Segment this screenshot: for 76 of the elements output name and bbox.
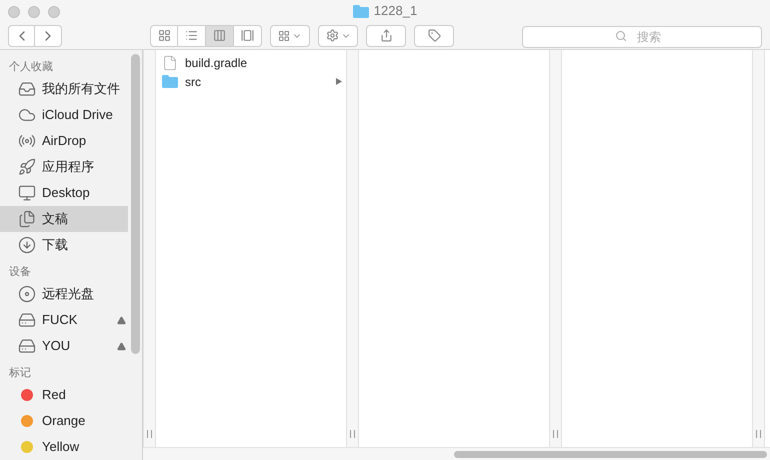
eject-icon[interactable] — [117, 342, 126, 350]
window-title: 1228_1 — [374, 2, 418, 20]
resize-handle-icon[interactable] — [350, 430, 355, 438]
sidebar-item-label: 文稿 — [42, 210, 68, 228]
list-icon — [185, 29, 198, 42]
sidebar-item-label: Red — [42, 386, 66, 404]
sidebar-item[interactable]: AirDrop — [0, 128, 128, 154]
sidebar-item-label: iCloud Drive — [42, 106, 113, 124]
view-mode-button[interactable] — [206, 24, 234, 46]
view-mode-button[interactable] — [234, 24, 262, 46]
back-button[interactable] — [8, 24, 35, 46]
sidebar-item[interactable]: 下载 — [0, 232, 128, 258]
sidebar-item[interactable]: 文稿 — [0, 206, 128, 232]
sidebar-item[interactable]: Desktop — [0, 180, 128, 206]
file-row[interactable]: build.gradle — [156, 53, 346, 72]
cloud-icon — [18, 106, 36, 124]
document-icon — [162, 54, 178, 70]
airdrop-icon — [18, 132, 36, 150]
sidebar-item-label: Orange — [42, 412, 86, 430]
file-name: build.gradle — [185, 54, 248, 72]
sidebar-item[interactable]: 我的所有文件 — [0, 76, 128, 102]
view-mode-button[interactable] — [178, 24, 206, 46]
gallery-icon — [241, 29, 254, 42]
view-mode-button[interactable] — [150, 24, 178, 46]
resize-handle-icon[interactable] — [553, 430, 558, 438]
sidebar-item[interactable]: Yellow — [0, 434, 128, 460]
sidebar-item[interactable]: FUCK — [0, 307, 128, 333]
monitor-icon — [18, 184, 36, 202]
sidebar-item-label: Yellow — [42, 438, 80, 456]
columns-icon — [213, 29, 226, 42]
sidebar-item-label: FUCK — [42, 311, 78, 330]
tray-icon — [18, 80, 36, 98]
sidebar-item-label: 远程光盘 — [42, 285, 94, 304]
documents-icon — [18, 210, 36, 228]
folder-icon — [352, 4, 369, 18]
sidebar-item-label: AirDrop — [42, 132, 86, 150]
file-name: src — [185, 74, 201, 90]
drive-icon — [18, 337, 36, 355]
sidebar-section-title: 个人收藏 — [8, 60, 54, 75]
download-icon — [18, 236, 36, 254]
resize-handle-icon[interactable] — [147, 430, 152, 438]
sidebar-item[interactable]: YOU — [0, 333, 128, 359]
sidebar-item[interactable]: Red — [0, 382, 128, 408]
horizontal-scrollbar-thumb[interactable] — [454, 451, 767, 458]
search-field[interactable]: 搜索 — [522, 26, 762, 48]
sidebar-item-label: 我的所有文件 — [42, 80, 120, 98]
eject-icon[interactable] — [117, 316, 126, 324]
forward-button[interactable] — [35, 24, 62, 46]
sidebar-item[interactable]: Orange — [0, 408, 128, 434]
share-button[interactable] — [366, 24, 406, 46]
sidebar-section-title: 标记 — [8, 366, 32, 381]
apps-icon — [18, 158, 36, 176]
scrollbar-thumb[interactable] — [131, 54, 140, 354]
sidebar-item-label: 应用程序 — [42, 158, 94, 176]
search-icon — [615, 30, 627, 42]
sidebar-section-title: 设备 — [8, 265, 32, 280]
resize-handle-icon[interactable] — [756, 430, 761, 438]
tag-icon — [428, 29, 440, 42]
sidebar-item-label: 下载 — [42, 236, 68, 254]
sidebar-item[interactable]: 应用程序 — [0, 154, 128, 180]
grid-icon — [278, 30, 290, 42]
tag-button[interactable] — [414, 24, 454, 46]
folder-icon — [162, 75, 178, 88]
disclosure-arrow-icon — [336, 78, 342, 85]
share-icon — [380, 29, 392, 42]
grid-icon — [158, 29, 170, 42]
disc-icon — [18, 285, 36, 303]
sidebar-item[interactable]: iCloud Drive — [0, 102, 128, 128]
arrange-button[interactable] — [270, 24, 310, 46]
file-row[interactable]: src — [156, 72, 346, 91]
sidebar-item[interactable]: 远程光盘 — [0, 281, 128, 307]
action-button[interactable] — [318, 24, 358, 46]
drive-icon — [18, 311, 36, 329]
sidebar-item-label: YOU — [42, 337, 70, 356]
sidebar-item-label: Desktop — [42, 184, 90, 202]
gear-icon — [326, 29, 338, 42]
